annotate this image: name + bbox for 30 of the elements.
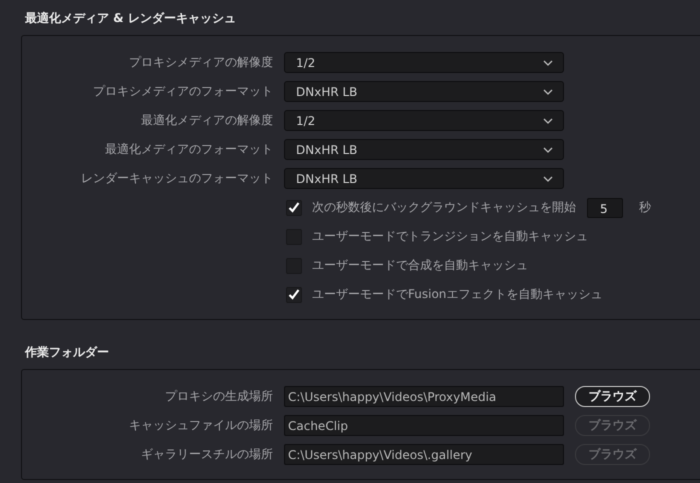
- field-label: キャッシュファイルの場所: [128, 417, 273, 434]
- seconds-field[interactable]: 5: [587, 198, 623, 218]
- dropdown[interactable]: 1/2: [284, 52, 564, 73]
- dropdown[interactable]: DNxHR LB: [284, 139, 564, 160]
- dropdown[interactable]: DNxHR LB: [284, 81, 564, 102]
- chevron-down-icon: [543, 146, 553, 152]
- checkbox-label: 次の秒数後にバックグラウンドキャッシュを開始: [312, 199, 576, 216]
- field-label: レンダーキャッシュのフォーマット: [80, 170, 273, 187]
- checkbox[interactable]: [286, 200, 302, 216]
- chevron-down-icon: [543, 60, 553, 66]
- path-field[interactable]: C:\Users\happy\Videos\ProxyMedia: [284, 386, 564, 407]
- field-label: プロキシの生成場所: [164, 388, 273, 405]
- browse-button[interactable]: ブラウズ: [575, 386, 650, 407]
- checkbox-label: ユーザーモードでFusionエフェクトを自動キャッシュ: [312, 286, 602, 303]
- checkbox-label: ユーザーモードで合成を自動キャッシュ: [312, 257, 528, 274]
- dropdown[interactable]: 1/2: [284, 110, 564, 131]
- checkbox[interactable]: [286, 286, 302, 302]
- chevron-down-icon: [543, 118, 553, 124]
- dropdown[interactable]: DNxHR LB: [284, 168, 564, 189]
- section-title: 最適化メディア & レンダーキャッシュ: [25, 10, 237, 26]
- unit-label: 秒: [639, 199, 651, 216]
- checkbox-label: ユーザーモードでトランジションを自動キャッシュ: [312, 228, 588, 245]
- field-label: プロキシメディアの解像度: [128, 54, 273, 71]
- field-label: プロキシメディアのフォーマット: [92, 83, 273, 100]
- field-label: 最適化メディアの解像度: [140, 112, 273, 129]
- chevron-down-icon: [543, 176, 553, 182]
- field-label: 最適化メディアのフォーマット: [104, 141, 273, 158]
- section-title: 作業フォルダー: [25, 344, 110, 360]
- chevron-down-icon: [543, 88, 553, 94]
- field-label: ギャラリースチルの場所: [140, 446, 273, 463]
